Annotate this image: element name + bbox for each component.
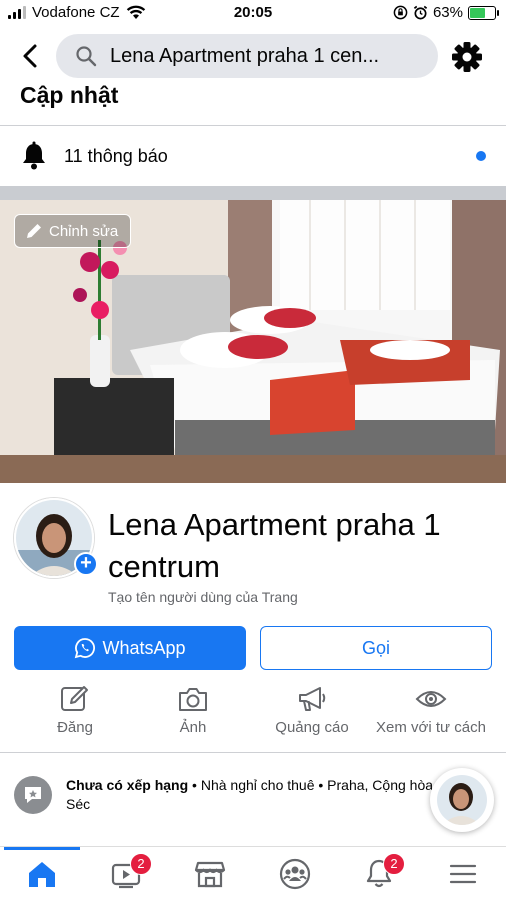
megaphone-icon xyxy=(299,687,326,711)
camera-icon xyxy=(179,688,207,711)
divider xyxy=(0,752,506,753)
status-bar: Vodafone CZ 20:05 63% xyxy=(0,0,506,26)
nav-video[interactable]: 2 xyxy=(84,847,168,900)
ads-label: Quảng cáo xyxy=(275,719,349,736)
search-header: Lena Apartment praha 1 cen... xyxy=(0,28,506,84)
orientation-lock-icon xyxy=(393,5,408,20)
search-input[interactable]: Lena Apartment praha 1 cen... xyxy=(56,34,438,78)
rating-text: Chưa có xếp hạng xyxy=(66,777,189,793)
call-label: Gọi xyxy=(361,637,390,658)
divider xyxy=(0,125,506,126)
cover-photo[interactable]: Chỉnh sửa xyxy=(0,200,506,483)
nav-home[interactable] xyxy=(0,847,84,900)
section-separator xyxy=(0,186,506,200)
nav-groups[interactable] xyxy=(253,847,337,900)
notifications-badge: 2 xyxy=(383,853,405,875)
view-as-action[interactable]: Xem với tư cách xyxy=(368,684,494,744)
notifications-count: 11 thông báo xyxy=(64,145,168,166)
add-photo-button[interactable]: + xyxy=(74,552,98,576)
page-info-text: Chưa có xếp hạng • Nhà nghỉ cho thuê • P… xyxy=(66,776,438,814)
marketplace-icon xyxy=(194,861,226,888)
search-icon xyxy=(76,46,97,67)
create-username-link[interactable]: Tạo tên người dùng của Trang xyxy=(108,589,298,605)
notifications-row[interactable]: 11 thông báo xyxy=(0,128,506,184)
settings-button[interactable] xyxy=(450,40,484,74)
battery-icon xyxy=(468,5,499,20)
unread-dot xyxy=(476,151,486,161)
photo-label: Ảnh xyxy=(179,719,207,736)
pencil-icon xyxy=(27,224,41,238)
whatsapp-icon xyxy=(75,638,96,659)
nav-notifications[interactable]: 2 xyxy=(337,847,421,900)
edit-icon xyxy=(61,686,88,711)
nav-marketplace[interactable] xyxy=(168,847,252,900)
chat-head[interactable] xyxy=(430,768,494,832)
page-title: Lena Apartment praha 1 centrum xyxy=(108,507,441,584)
page-actions: Đăng Ảnh Quảng cáo Xem với tư cách xyxy=(0,684,506,748)
ads-action[interactable]: Quảng cáo xyxy=(249,684,375,744)
alarm-icon xyxy=(413,5,428,20)
eye-icon xyxy=(415,691,447,707)
rating-icon xyxy=(14,776,52,814)
edit-cover-button[interactable]: Chỉnh sửa xyxy=(14,214,132,248)
photo-action[interactable]: Ảnh xyxy=(130,684,256,744)
battery-percent: 63% xyxy=(432,4,463,21)
chevron-left-icon xyxy=(23,44,37,68)
chat-head-avatar xyxy=(437,775,487,825)
post-label: Đăng xyxy=(57,719,93,736)
view-as-label: Xem với tư cách xyxy=(376,719,486,736)
bell-icon xyxy=(23,141,45,170)
video-badge: 2 xyxy=(130,853,152,875)
home-icon xyxy=(29,862,55,887)
back-button[interactable] xyxy=(16,40,44,72)
groups-icon xyxy=(279,858,311,890)
menu-icon xyxy=(449,864,477,884)
whatsapp-button[interactable]: WhatsApp xyxy=(14,626,246,670)
edit-cover-label: Chỉnh sửa xyxy=(49,222,119,240)
post-action[interactable]: Đăng xyxy=(12,684,138,744)
call-button[interactable]: Gọi xyxy=(260,626,492,670)
bottom-nav: 2 2 xyxy=(0,846,506,900)
updates-title: Cập nhật xyxy=(20,82,119,108)
search-text: Lena Apartment praha 1 cen... xyxy=(110,44,380,67)
profile-avatar[interactable]: + xyxy=(14,498,98,578)
whatsapp-label: WhatsApp xyxy=(102,637,186,658)
gear-icon xyxy=(452,42,482,72)
nav-menu[interactable] xyxy=(421,847,505,900)
status-right: 63% xyxy=(393,4,499,21)
